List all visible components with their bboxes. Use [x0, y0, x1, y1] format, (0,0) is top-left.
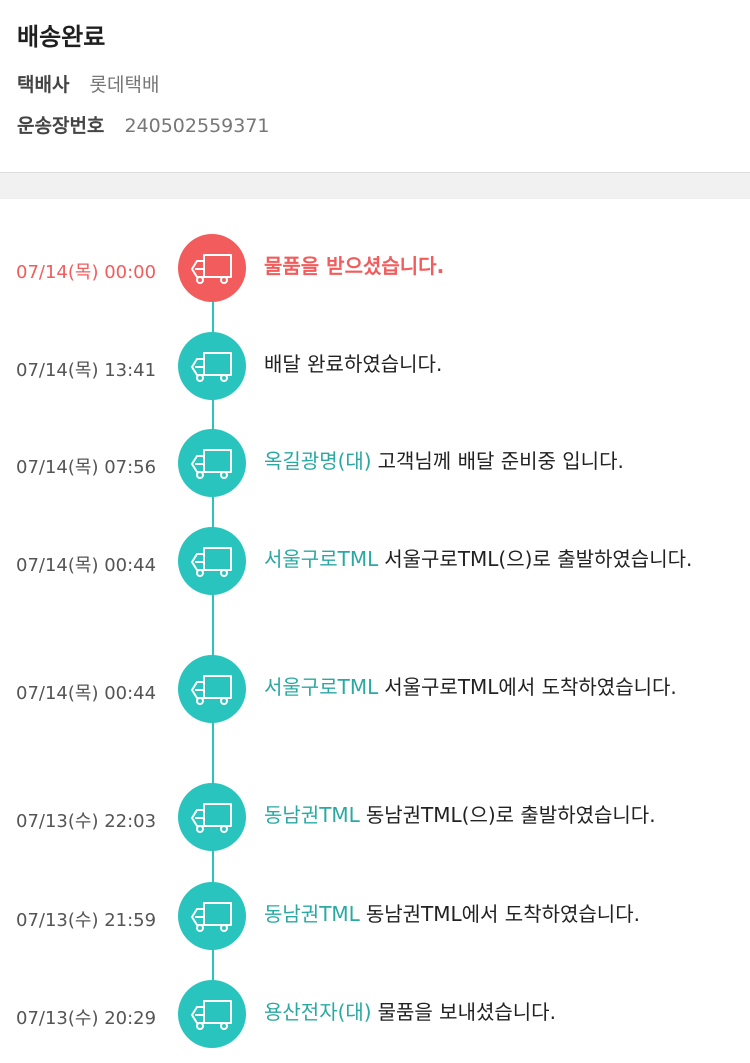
event-location: 서울구로TML — [264, 547, 379, 571]
event-text: 고객님께 배달 준비중 입니다. — [377, 449, 624, 473]
event-time: 07/13(수) 21:59 — [16, 910, 157, 931]
event-time: 07/14(목) 13:41 — [16, 360, 157, 381]
event-message: 서울구로TML 서울구로TML에서 도착하였습니다. — [264, 673, 740, 702]
event-text: 배달 완료하였습니다. — [264, 352, 443, 376]
event-message: 물품을 받으셨습니다. — [264, 252, 740, 281]
event-location: 서울구로TML — [264, 675, 379, 699]
truck-icon — [191, 675, 232, 705]
truck-icon — [191, 547, 232, 577]
event-marker — [178, 332, 246, 400]
truck-icon — [191, 352, 232, 382]
event-marker — [178, 783, 246, 851]
event-message: 용산전자(대) 물품을 보내셨습니다. — [264, 998, 740, 1027]
courier-value: 롯데택배 — [89, 74, 160, 96]
event-time: 07/14(목) 00:44 — [16, 683, 157, 704]
truck-icon — [191, 902, 232, 932]
courier-row: 택배사 롯데택배 — [17, 70, 159, 97]
tracking-label: 운송장번호 — [17, 115, 105, 137]
event-marker — [178, 429, 246, 497]
event-location: 동남권TML — [264, 803, 360, 827]
event-time: 07/13(수) 20:29 — [16, 1008, 157, 1029]
event-message: 배달 완료하였습니다. — [264, 350, 740, 379]
event-message: 동남권TML 동남권TML(으)로 출발하였습니다. — [264, 801, 740, 830]
tracking-row: 운송장번호 240502559371 — [17, 111, 270, 138]
event-message: 동남권TML 동남권TML에서 도착하였습니다. — [264, 900, 740, 929]
event-marker — [178, 882, 246, 950]
event-message: 서울구로TML 서울구로TML(으)로 출발하였습니다. — [264, 545, 740, 574]
event-text: 물품을 받으셨습니다. — [264, 254, 445, 278]
courier-label: 택배사 — [17, 74, 70, 96]
event-text: 동남권TML에서 도착하였습니다. — [365, 902, 640, 926]
event-text: 물품을 보내셨습니다. — [377, 1000, 556, 1024]
event-location: 옥길광명(대) — [264, 449, 372, 473]
event-message: 옥길광명(대) 고객님께 배달 준비중 입니다. — [264, 447, 740, 476]
event-text: 서울구로TML에서 도착하였습니다. — [384, 675, 677, 699]
event-text: 동남권TML(으)로 출발하였습니다. — [365, 803, 656, 827]
event-time: 07/14(목) 00:00 — [16, 262, 157, 283]
event-marker — [178, 527, 246, 595]
tracking-number: 240502559371 — [124, 115, 270, 137]
event-time: 07/13(수) 22:03 — [16, 811, 157, 832]
delivery-status-title: 배송완료 — [17, 23, 106, 51]
truck-icon — [191, 449, 232, 479]
event-location: 동남권TML — [264, 902, 360, 926]
event-marker — [178, 980, 246, 1048]
truck-icon — [191, 1000, 232, 1030]
event-marker — [178, 234, 246, 302]
event-text: 서울구로TML(으)로 출발하였습니다. — [384, 547, 693, 571]
truck-icon — [191, 803, 232, 833]
section-divider — [0, 172, 750, 199]
event-location: 용산전자(대) — [264, 1000, 372, 1024]
truck-icon — [191, 254, 232, 284]
delivery-header: 배송완료 택배사 롯데택배 운송장번호 240502559371 — [0, 0, 750, 172]
tracking-timeline: 07/14(목) 00:00 물품을 받으셨습니다. 07/14(목) 13:4… — [0, 199, 750, 1063]
event-marker — [178, 655, 246, 723]
event-time: 07/14(목) 00:44 — [16, 555, 157, 576]
event-time: 07/14(목) 07:56 — [16, 457, 157, 478]
